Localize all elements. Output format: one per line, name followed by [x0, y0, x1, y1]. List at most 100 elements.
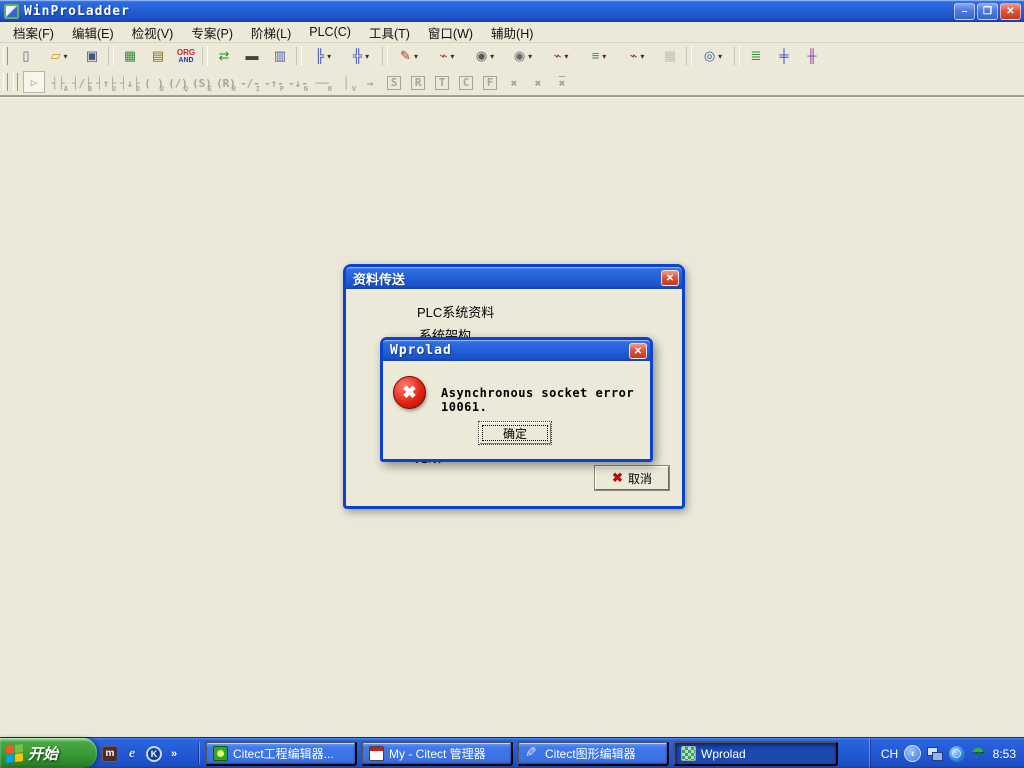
comment-book-icon[interactable]: ▥ [267, 45, 293, 67]
menu-file[interactable]: 档案(F) [4, 21, 63, 44]
task-icon [213, 746, 228, 761]
system-tray: CH ‹ ☂ 8:53 [870, 738, 1024, 768]
close-button[interactable]: ✕ [1000, 3, 1021, 20]
find-monitor-icon[interactable]: ◎ [695, 45, 731, 67]
open-file-icon[interactable]: ▱ [41, 45, 77, 67]
menu-window[interactable]: 窗口(W) [419, 21, 482, 44]
clock: 8:53 [993, 747, 1016, 761]
error-dialog: Wprolad ✕ ✖ Asynchronous socket error 10… [380, 337, 653, 462]
ladder-window-icon[interactable]: ▤ [145, 45, 171, 67]
toolbar-separator[interactable] [382, 46, 388, 66]
toolbar-grip[interactable] [3, 73, 8, 91]
taskbar-task-citect-manager[interactable]: My - Citect 管理器 [361, 741, 513, 766]
ok-label: 确定 [503, 425, 527, 442]
motor-x-icon[interactable]: ◉ [467, 45, 503, 67]
toolbar-grip[interactable] [13, 73, 18, 91]
menu-ladder[interactable]: 阶梯(L) [242, 21, 300, 44]
select-cursor-icon: ▷ [23, 71, 45, 93]
toolbar-separator[interactable] [734, 46, 740, 66]
network-ladder-icon[interactable]: ╠ [305, 45, 341, 67]
func-c-icon: C [455, 71, 477, 93]
main-toolbar: ▯ ▱ ▣ ▦ ▤ ORGAND ⇄ ▬ ▥ [0, 43, 1024, 69]
transfer-icon[interactable]: ⇄ [211, 45, 237, 67]
taskbar-task-citect-graphics-editor[interactable]: Citect图形编辑器 [517, 741, 669, 766]
plug-a-icon[interactable]: ⌁ [543, 45, 579, 67]
toolbar-grip[interactable] [3, 47, 8, 65]
rising-edge-icon: -↑-P [263, 71, 285, 93]
taskbar-task-citect-project-editor[interactable]: Citect工程编辑器... [205, 741, 357, 766]
ok-button[interactable]: 确定 [478, 421, 552, 445]
func-r-icon: R [407, 71, 429, 93]
menu-edit[interactable]: 编辑(E) [63, 21, 123, 44]
toolbar-separator[interactable] [686, 46, 692, 66]
window-title: WinProLadder [24, 4, 130, 19]
new-file-icon[interactable]: ▯ [13, 45, 39, 67]
save-icon[interactable]: ▣ [79, 45, 105, 67]
org-and-icon[interactable]: ORGAND [173, 45, 199, 67]
io-table-icon[interactable]: ▦ [657, 45, 683, 67]
app-icon [4, 4, 19, 19]
taskbar: 开始 m e K » Citect工程编辑器... My - Citect 管理… [0, 737, 1024, 768]
menu-project[interactable]: 专案(P) [182, 21, 242, 44]
menu-tools[interactable]: 工具(T) [360, 21, 419, 44]
error-icon: ✖ [393, 376, 426, 409]
edit-tag-icon[interactable]: ✎ [391, 45, 427, 67]
toolbar-separator[interactable] [296, 46, 302, 66]
transfer-dialog-close-button[interactable]: ✕ [661, 270, 679, 286]
coil-set-icon: (S)E [191, 71, 213, 93]
quicklaunch-overflow-chevron[interactable]: » [168, 746, 180, 762]
contact-help-icon[interactable]: ╫ [799, 45, 825, 67]
delete-row-icon: ✖ [551, 71, 573, 93]
ladder-toolbar: ▷ ┤├A ┤/├B ┤↑├U ┤↓├D ( )O (/)Q (S)E (R)R… [0, 69, 1024, 96]
project-window-icon[interactable]: ▦ [117, 45, 143, 67]
error-dialog-close-button[interactable]: ✕ [629, 343, 647, 359]
ic-chip-icon[interactable]: ▬ [239, 45, 265, 67]
error-dialog-titlebar: Wprolad [383, 340, 650, 361]
globe-icon[interactable] [949, 746, 965, 762]
task-icon [681, 746, 696, 761]
horizontal-line-icon: ──H [311, 71, 333, 93]
quicklaunch-kmplayer-icon[interactable]: K [146, 746, 162, 762]
task-icon [525, 746, 540, 761]
quicklaunch-ie-icon[interactable]: e [124, 746, 140, 762]
plug-signal-icon[interactable]: ⌁ [429, 45, 465, 67]
quicklaunch-maxthon-icon[interactable]: m [102, 746, 118, 762]
contact-down-icon: ┤↓├D [119, 71, 141, 93]
menu-bar: 档案(F) 编辑(E) 检视(V) 专案(P) 阶梯(L) PLC(C) 工具(… [0, 22, 1024, 43]
transfer-item-plc-system-data: PLC系统资料 [417, 302, 494, 321]
falling-edge-icon: -↓-N [287, 71, 309, 93]
delete-column-icon: ✖ [527, 71, 549, 93]
ladder-branch-icon[interactable]: ╬ [343, 45, 379, 67]
toolbar-separator[interactable] [108, 46, 114, 66]
window-titlebar: WinProLadder – ❐ ✕ [0, 0, 1024, 22]
coil-reset-icon: (R)R [215, 71, 237, 93]
task-icon [369, 746, 384, 761]
umbrella-icon[interactable]: ☂ [971, 746, 984, 761]
transfer-dialog-title: 资料传送 [346, 269, 405, 288]
start-button[interactable]: 开始 [0, 738, 97, 768]
menu-help[interactable]: 辅助(H) [482, 21, 542, 44]
language-indicator[interactable]: CH [881, 747, 898, 761]
menu-view[interactable]: 检视(V) [123, 21, 183, 44]
plug-m-icon[interactable]: ⌁ [619, 45, 655, 67]
status-list-icon[interactable]: ≡ [581, 45, 617, 67]
motor-icon[interactable]: ◉ [505, 45, 541, 67]
status-help-icon[interactable]: ≣ [743, 45, 769, 67]
toolbar-separator[interactable] [202, 46, 208, 66]
menu-plc[interactable]: PLC(C) [300, 23, 360, 41]
windows-logo-icon [6, 744, 23, 763]
ladder-help-icon[interactable]: ╪ [771, 45, 797, 67]
error-message: Asynchronous socket error 10061. [441, 386, 650, 414]
minimize-button[interactable]: – [954, 3, 975, 20]
cancel-button[interactable]: ✖ 取消 [595, 466, 669, 490]
coil-not-icon: (/)Q [167, 71, 189, 93]
tray-collapse-chevron-icon[interactable]: ‹ [904, 745, 921, 762]
func-f-icon: F [479, 71, 501, 93]
invert-icon: -/-I [239, 71, 261, 93]
network-icon[interactable] [927, 747, 943, 761]
winproladder-window: WinProLadder – ❐ ✕ 档案(F) 编辑(E) 检视(V) 专案(… [0, 0, 1024, 768]
maximize-button[interactable]: ❐ [977, 3, 998, 20]
error-dialog-title: Wprolad [383, 343, 452, 358]
cancel-label: 取消 [628, 470, 652, 487]
taskbar-task-wprolad[interactable]: Wprolad [673, 741, 838, 766]
